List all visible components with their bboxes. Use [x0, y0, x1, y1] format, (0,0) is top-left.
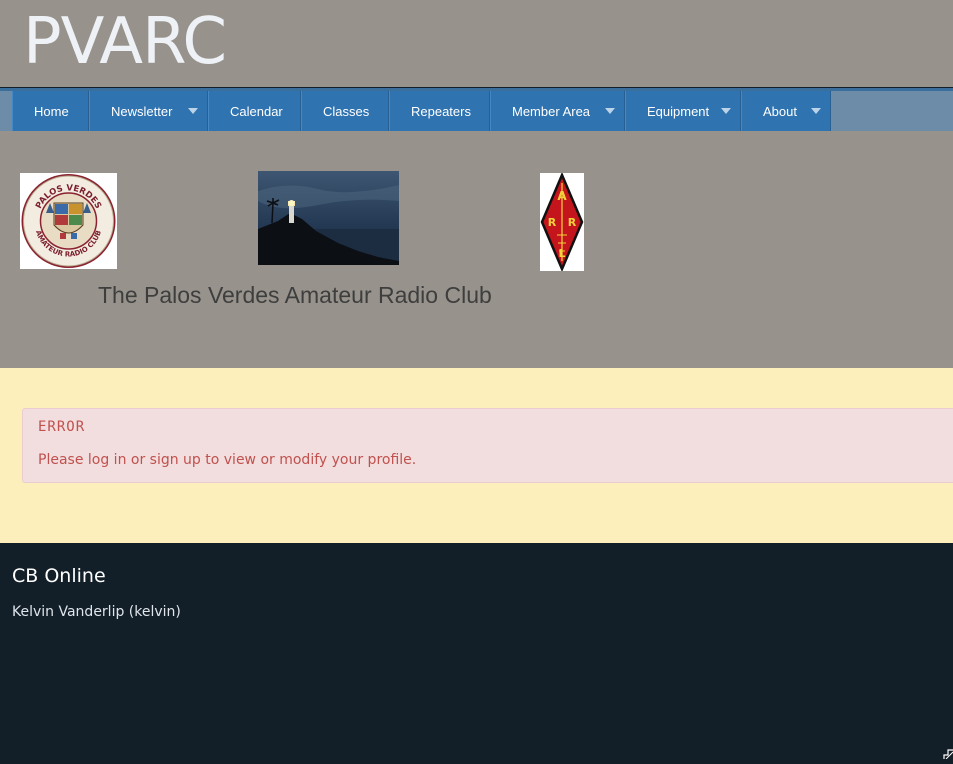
- main-navigation: Home Newsletter Calendar Classes Repeate…: [0, 88, 953, 131]
- alert-title: ERROR: [38, 419, 86, 435]
- nav-item-member-area[interactable]: Member Area: [490, 91, 625, 131]
- nav-item-calendar[interactable]: Calendar: [208, 91, 301, 131]
- main-content: ERROR Please log in or sign up to view o…: [0, 368, 953, 543]
- banner: PALOS VERDES AMATEUR RADIO CLUB A R R L …: [0, 131, 953, 368]
- nav-item-home[interactable]: Home: [12, 91, 89, 131]
- caret-down-icon: [811, 108, 821, 114]
- online-heading: CB Online: [12, 565, 106, 587]
- lighthouse-photo: [258, 171, 399, 265]
- arrl-letter: R: [548, 216, 557, 229]
- site-title[interactable]: PVARC: [23, 4, 227, 80]
- nav-item-label: Member Area: [512, 103, 591, 119]
- club-logo[interactable]: PALOS VERDES AMATEUR RADIO CLUB: [20, 173, 117, 269]
- nav-item-equipment[interactable]: Equipment: [625, 91, 741, 131]
- nav-item-newsletter[interactable]: Newsletter: [89, 91, 208, 131]
- arrl-letter: A: [557, 189, 567, 203]
- nav-item-label: Repeaters: [411, 103, 471, 119]
- nav-item-about[interactable]: About: [741, 91, 831, 131]
- nav-menu: Home Newsletter Calendar Classes Repeate…: [12, 91, 831, 131]
- resize-handle-icon[interactable]: [942, 746, 953, 760]
- nav-item-label: About: [763, 103, 797, 119]
- footer: CB Online Kelvin Vanderlip (kelvin): [0, 543, 953, 757]
- nav-item-label: Newsletter: [111, 103, 173, 119]
- caret-down-icon: [721, 108, 731, 114]
- arrl-letter: R: [568, 216, 577, 229]
- alert-message: Please log in or sign up to view or modi…: [38, 452, 417, 468]
- nav-item-label: Equipment: [647, 103, 710, 119]
- nav-item-label: Classes: [323, 103, 370, 119]
- nav-item-label: Home: [34, 103, 69, 119]
- arrl-logo[interactable]: A R R L: [540, 171, 584, 273]
- caret-down-icon: [188, 108, 198, 114]
- nav-item-classes[interactable]: Classes: [301, 91, 389, 131]
- nav-item-label: Calendar: [230, 103, 283, 119]
- online-user: Kelvin Vanderlip (kelvin): [12, 604, 181, 620]
- error-alert: ERROR Please log in or sign up to view o…: [22, 408, 953, 483]
- site-header: PVARC: [0, 0, 953, 87]
- arrl-letter: L: [558, 247, 565, 260]
- caret-down-icon: [605, 108, 615, 114]
- club-name: The Palos Verdes Amateur Radio Club: [98, 282, 492, 308]
- nav-item-repeaters[interactable]: Repeaters: [389, 91, 490, 131]
